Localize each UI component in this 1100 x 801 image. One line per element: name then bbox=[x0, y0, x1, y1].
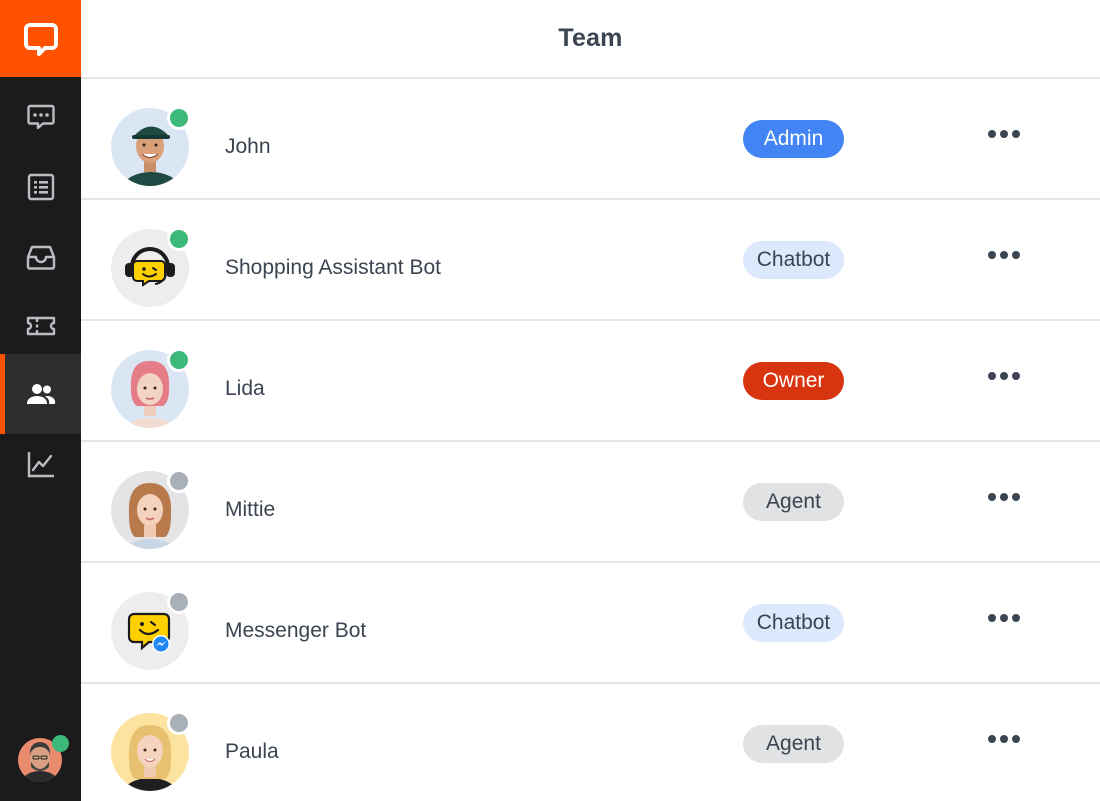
dot-icon bbox=[1000, 251, 1008, 259]
user-status-dot bbox=[52, 735, 69, 752]
sidebar-item-archives[interactable] bbox=[0, 147, 81, 227]
member-avatar[interactable] bbox=[111, 590, 191, 670]
table-row[interactable]: Shopping Assistant Bot Chatbot bbox=[81, 200, 1100, 321]
member-avatar[interactable] bbox=[111, 348, 191, 428]
member-avatar[interactable] bbox=[111, 106, 191, 186]
dot-icon bbox=[1012, 735, 1020, 743]
member-avatar[interactable] bbox=[111, 469, 191, 549]
more-options-button[interactable] bbox=[979, 240, 1029, 270]
chat-bubble-logo-icon bbox=[23, 22, 58, 56]
dot-icon bbox=[988, 130, 996, 138]
team-panel: Team John Admin Shopping Assistant Bot C… bbox=[81, 0, 1100, 801]
member-name[interactable]: Paula bbox=[225, 740, 279, 764]
dot-icon bbox=[988, 493, 996, 501]
role-badge-owner: Owner bbox=[743, 362, 844, 400]
table-row[interactable]: Messenger Bot Chatbot bbox=[81, 563, 1100, 684]
member-name[interactable]: Mittie bbox=[225, 498, 275, 522]
more-options-button[interactable] bbox=[979, 482, 1029, 512]
more-options-button[interactable] bbox=[979, 603, 1029, 633]
dot-icon bbox=[988, 372, 996, 380]
dot-icon bbox=[1012, 251, 1020, 259]
member-name[interactable]: Shopping Assistant Bot bbox=[225, 256, 441, 280]
table-row[interactable]: Lida Owner bbox=[81, 321, 1100, 442]
member-name[interactable]: Messenger Bot bbox=[225, 619, 366, 643]
role-badge-agent: Agent bbox=[743, 725, 844, 763]
current-user-avatar[interactable] bbox=[18, 735, 69, 782]
dot-icon bbox=[1000, 614, 1008, 622]
dot-icon bbox=[1000, 735, 1008, 743]
dot-icon bbox=[1012, 493, 1020, 501]
app-window: Team John Admin Shopping Assistant Bot C… bbox=[0, 0, 1100, 801]
line-chart-icon bbox=[27, 452, 54, 478]
dot-icon bbox=[1000, 130, 1008, 138]
sidebar-item-reports[interactable] bbox=[0, 424, 81, 504]
more-options-button[interactable] bbox=[979, 119, 1029, 149]
inbox-tray-icon bbox=[26, 245, 55, 270]
dot-icon bbox=[1000, 372, 1008, 380]
team-people-icon bbox=[26, 384, 55, 404]
page-header: Team bbox=[81, 0, 1100, 79]
dot-icon bbox=[988, 614, 996, 622]
dot-icon bbox=[1012, 130, 1020, 138]
table-row[interactable]: Mittie Agent bbox=[81, 442, 1100, 563]
table-row[interactable]: Paula Agent bbox=[81, 684, 1100, 801]
table-row[interactable]: John Admin bbox=[81, 79, 1100, 200]
offline-status-dot bbox=[167, 711, 191, 735]
ticket-icon bbox=[26, 316, 55, 336]
member-name[interactable]: Lida bbox=[225, 377, 265, 401]
online-status-dot bbox=[167, 227, 191, 251]
role-badge-chatbot: Chatbot bbox=[743, 604, 844, 642]
member-avatar[interactable] bbox=[111, 711, 191, 791]
dot-icon bbox=[1000, 493, 1008, 501]
dot-icon bbox=[1012, 614, 1020, 622]
brand-logo[interactable] bbox=[0, 0, 81, 77]
role-badge-admin: Admin bbox=[743, 120, 844, 158]
dot-icon bbox=[988, 735, 996, 743]
member-avatar[interactable] bbox=[111, 227, 191, 307]
chat-dots-icon bbox=[26, 104, 55, 130]
page-title: Team bbox=[558, 24, 623, 52]
role-badge-chatbot: Chatbot bbox=[743, 241, 844, 279]
online-status-dot bbox=[167, 348, 191, 372]
offline-status-dot bbox=[167, 469, 191, 493]
sidebar-item-chats[interactable] bbox=[0, 77, 81, 157]
member-name[interactable]: John bbox=[225, 135, 271, 159]
more-options-button[interactable] bbox=[979, 361, 1029, 391]
dot-icon bbox=[988, 251, 996, 259]
role-badge-agent: Agent bbox=[743, 483, 844, 521]
sidebar bbox=[0, 0, 81, 801]
online-status-dot bbox=[167, 106, 191, 130]
list-icon bbox=[27, 173, 54, 201]
sidebar-item-inbox[interactable] bbox=[0, 217, 81, 297]
more-options-button[interactable] bbox=[979, 724, 1029, 754]
offline-status-dot bbox=[167, 590, 191, 614]
sidebar-item-team[interactable] bbox=[0, 354, 81, 434]
dot-icon bbox=[1012, 372, 1020, 380]
